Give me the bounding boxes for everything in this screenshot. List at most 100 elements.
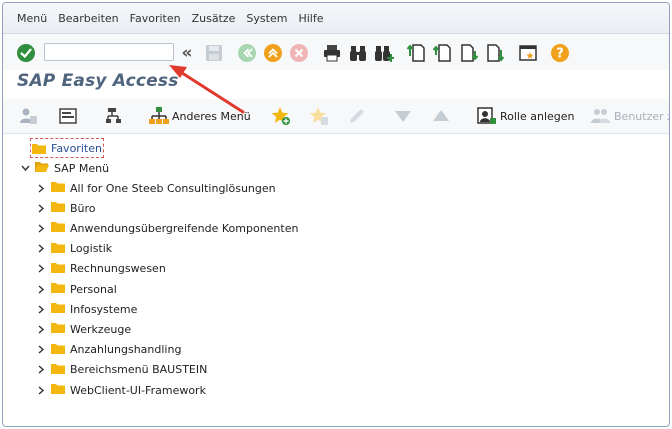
menu-bar: Menü Bearbeiten Favoriten Zusätze System… xyxy=(3,3,669,34)
back-button[interactable] xyxy=(236,42,258,64)
tree-node-item[interactable]: Bereichsmenü BAUSTEIN xyxy=(35,361,207,379)
chevron-down-icon[interactable] xyxy=(19,162,31,174)
user-menu-icon xyxy=(20,108,37,124)
menu-item-hilfe[interactable]: Hilfe xyxy=(298,12,323,25)
folder-icon xyxy=(51,282,65,296)
create-role-button[interactable]: Rolle anlegen xyxy=(477,105,575,127)
chevron-right-icon[interactable] xyxy=(35,384,47,396)
cancel-button[interactable] xyxy=(288,42,310,64)
add-favorite-button[interactable] xyxy=(271,105,291,127)
tree-node-item[interactable]: Logistik xyxy=(35,240,112,258)
folder-icon xyxy=(51,221,65,235)
find-button[interactable] xyxy=(347,42,369,64)
tree-node-label: Logistik xyxy=(70,242,113,256)
delete-favorite-button[interactable] xyxy=(309,105,329,127)
tree-node-label: All for One Steeb Consultinglösungen xyxy=(70,181,276,195)
chevron-right-icon[interactable] xyxy=(35,344,47,356)
chevron-right-icon[interactable] xyxy=(35,202,47,214)
tree-node-sap-menu[interactable]: SAP Menü xyxy=(19,159,109,177)
user-menu-button[interactable] xyxy=(18,105,38,127)
tree-node-item[interactable]: Anwendungsübergreifende Komponenten xyxy=(35,219,298,237)
chevron-right-icon[interactable] xyxy=(35,263,47,275)
other-menu-label: Anderes Menü xyxy=(172,109,251,123)
folder-icon xyxy=(51,181,65,195)
edit-menu-button[interactable] xyxy=(104,105,124,127)
star-add-icon xyxy=(271,107,290,125)
cancel-icon xyxy=(290,44,308,62)
tree-node-label: Favoriten xyxy=(51,141,102,155)
menu-item-favoriten[interactable]: Favoriten xyxy=(130,12,181,25)
menu-item-zusaetze[interactable]: Zusätze xyxy=(192,12,236,25)
menu-item-menue[interactable]: Menü xyxy=(17,12,47,25)
chevron-right-icon[interactable] xyxy=(35,303,47,315)
menu-item-bearbeiten[interactable]: Bearbeiten xyxy=(58,12,118,25)
floppy-disk-icon xyxy=(206,45,222,61)
exit-icon xyxy=(264,44,282,62)
printer-icon xyxy=(324,45,340,62)
folder-icon xyxy=(51,383,65,397)
sap-menu-button[interactable] xyxy=(58,105,78,127)
new-session-button[interactable] xyxy=(517,42,539,64)
chevron-right-icon[interactable] xyxy=(35,283,47,295)
tree-node-item[interactable]: Personal xyxy=(35,280,117,298)
tree-node-item[interactable]: Infosysteme xyxy=(35,300,137,318)
svg-text:?: ? xyxy=(556,47,564,62)
help-button[interactable]: ? xyxy=(549,42,571,64)
back-icon xyxy=(238,44,256,62)
star-delete-icon xyxy=(309,107,328,125)
last-page-button[interactable] xyxy=(484,42,506,64)
tree-node-item[interactable]: Anzahlungshandling xyxy=(35,341,181,359)
tree-node-favorites[interactable]: Favoriten xyxy=(32,139,102,157)
tree-node-item[interactable]: Büro xyxy=(35,199,96,217)
hierarchy-icon xyxy=(149,107,169,124)
tree-node-item[interactable]: Werkzeuge xyxy=(35,320,131,338)
chevron-right-icon[interactable] xyxy=(35,243,47,255)
new-window-icon xyxy=(519,45,537,61)
chevron-right-icon[interactable] xyxy=(35,222,47,234)
change-favorite-button[interactable] xyxy=(347,105,367,127)
folder-icon xyxy=(51,242,65,256)
first-page-button[interactable] xyxy=(406,42,428,64)
exit-button[interactable] xyxy=(262,42,284,64)
chevron-right-icon[interactable] xyxy=(35,323,47,335)
command-field[interactable] xyxy=(44,43,174,61)
triangle-up-icon xyxy=(433,110,449,121)
previous-page-button[interactable] xyxy=(432,42,454,64)
folder-icon xyxy=(51,262,65,276)
find-next-button[interactable] xyxy=(373,42,395,64)
assign-users-button[interactable]: Benutzer zu xyxy=(591,105,669,127)
help-icon: ? xyxy=(551,44,569,62)
check-circle-icon xyxy=(17,44,35,62)
folder-icon xyxy=(51,302,65,316)
chevron-right-icon[interactable] xyxy=(35,364,47,376)
triangle-down-icon xyxy=(395,111,411,122)
tree-node-item[interactable]: All for One Steeb Consultinglösungen xyxy=(35,179,276,197)
tree-node-label: WebClient-UI-Framework xyxy=(70,383,206,397)
tree-node-label: Büro xyxy=(70,201,96,215)
tree-node-label: Infosysteme xyxy=(70,302,138,316)
tree-node-item[interactable]: WebClient-UI-Framework xyxy=(35,381,206,399)
save-button[interactable] xyxy=(203,42,225,64)
tree-node-label: SAP Menü xyxy=(54,161,110,175)
binoculars-plus-icon xyxy=(375,46,394,62)
move-up-button[interactable] xyxy=(431,105,451,127)
assign-users-label: Benutzer zu xyxy=(614,109,669,123)
application-toolbar: Anderes Menü Rolle anlegen Benutzer xyxy=(3,99,669,134)
tree-node-label: Anzahlungshandling xyxy=(70,343,182,357)
previous-page-icon xyxy=(433,44,451,62)
next-page-icon xyxy=(461,44,479,62)
page-title: SAP Easy Access xyxy=(17,71,179,91)
chevron-right-icon[interactable] xyxy=(35,182,47,194)
tree-node-label: Bereichsmenü BAUSTEIN xyxy=(70,363,208,377)
enter-button[interactable] xyxy=(15,42,37,64)
print-button[interactable] xyxy=(321,42,343,64)
collapse-command-field-button[interactable]: « xyxy=(176,42,198,64)
pencil-icon xyxy=(350,109,364,123)
next-page-button[interactable] xyxy=(458,42,480,64)
folder-open-icon xyxy=(35,161,49,175)
menu-item-system[interactable]: System xyxy=(246,12,287,25)
move-down-button[interactable] xyxy=(393,105,413,127)
other-menu-button[interactable]: Anderes Menü xyxy=(149,105,251,127)
folder-icon xyxy=(51,322,65,336)
tree-node-item[interactable]: Rechnungswesen xyxy=(35,260,166,278)
